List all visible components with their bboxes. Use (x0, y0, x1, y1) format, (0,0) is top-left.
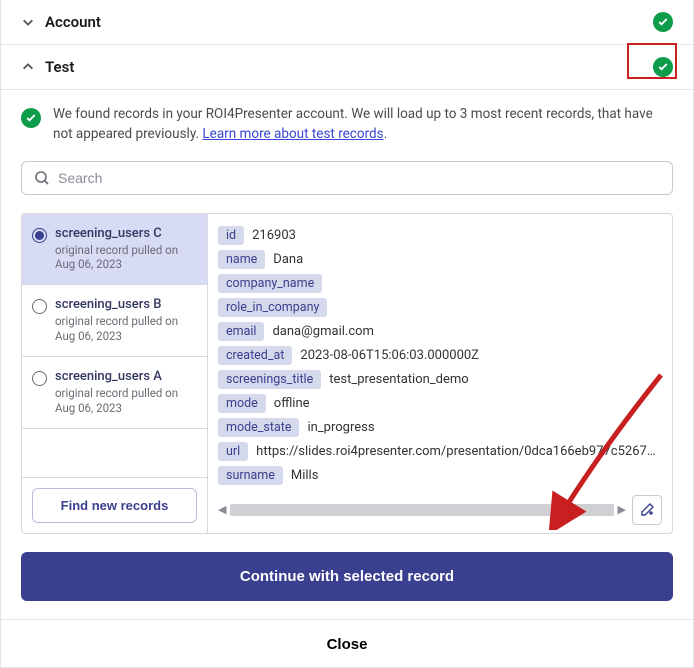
section-account-title: Account (45, 13, 101, 31)
records-list: screening_users C original record pulled … (22, 214, 208, 533)
detail-row: mode offline (218, 394, 662, 413)
detail-value: in_progress (307, 420, 374, 435)
check-icon (653, 12, 673, 32)
detail-value: https://slides.roi4presenter.com/present… (256, 444, 662, 459)
section-test-title: Test (45, 58, 74, 76)
learn-more-link[interactable]: Learn more about test records (202, 126, 383, 142)
detail-value: 2023-08-06T15:06:03.000000Z (300, 348, 479, 363)
detail-row: name Dana (218, 250, 662, 269)
record-title: screening_users B (55, 297, 197, 312)
detail-value: Dana (273, 252, 303, 267)
check-icon (21, 108, 41, 128)
scroll-right-arrow[interactable]: ▶ (618, 503, 626, 516)
continue-button[interactable]: Continue with selected record (21, 552, 673, 601)
search-icon (34, 170, 50, 186)
section-test-header[interactable]: Test (1, 45, 693, 90)
search-input[interactable] (58, 170, 660, 186)
info-text: We found records in your ROI4Presenter a… (53, 104, 673, 145)
record-item[interactable]: screening_users A original record pulled … (22, 357, 207, 429)
record-subtitle: original record pulled on Aug 06, 2023 (55, 314, 197, 344)
detail-row: role_in_company (218, 298, 662, 317)
record-subtitle: original record pulled on Aug 06, 2023 (55, 386, 197, 416)
scroll-left-arrow[interactable]: ◀ (218, 503, 226, 516)
find-new-records-button[interactable]: Find new records (32, 488, 197, 523)
detail-value: offline (274, 396, 310, 411)
radio-icon (32, 371, 47, 386)
detail-row: screenings_title test_presentation_demo (218, 370, 662, 389)
detail-row: url https://slides.roi4presenter.com/pres… (218, 442, 662, 461)
close-button[interactable]: Close (327, 636, 368, 653)
detail-row: surname Mills (218, 466, 662, 485)
detail-key: role_in_company (218, 298, 327, 317)
record-item[interactable]: screening_users B original record pulled … (22, 285, 207, 357)
detail-row: email dana@gmail.com (218, 322, 662, 341)
edit-button[interactable] (632, 495, 662, 525)
detail-value: Mills (291, 468, 319, 483)
detail-key: surname (218, 466, 283, 485)
detail-key: screenings_title (218, 370, 321, 389)
radio-icon (32, 299, 47, 314)
detail-key: created_at (218, 346, 292, 365)
detail-value: 216903 (252, 228, 296, 243)
record-title: screening_users C (55, 226, 197, 241)
horizontal-scrollbar[interactable] (230, 504, 613, 516)
detail-key: url (218, 442, 248, 461)
record-subtitle: original record pulled on Aug 06, 2023 (55, 243, 197, 273)
detail-key: mode (218, 394, 266, 413)
detail-key: mode_state (218, 418, 299, 437)
section-account-header[interactable]: Account (1, 0, 693, 45)
detail-row: company_name (218, 274, 662, 293)
record-detail: id 216903 name Dana company_name role_in_comp… (218, 226, 662, 485)
detail-value: dana@gmail.com (272, 324, 373, 339)
record-title: screening_users A (55, 369, 197, 384)
detail-key: email (218, 322, 264, 341)
record-item[interactable]: screening_users C original record pulled … (22, 214, 207, 286)
detail-value: test_presentation_demo (329, 372, 468, 387)
chevron-down-icon (21, 15, 35, 29)
detail-row: mode_state in_progress (218, 418, 662, 437)
check-icon (653, 57, 673, 77)
detail-row: created_at 2023-08-06T15:06:03.000000Z (218, 346, 662, 365)
detail-row: id 216903 (218, 226, 662, 245)
radio-icon (32, 228, 47, 243)
detail-key: name (218, 250, 265, 269)
chevron-up-icon (21, 60, 35, 74)
detail-key: id (218, 226, 244, 245)
search-field[interactable] (21, 161, 673, 195)
detail-key: company_name (218, 274, 322, 293)
